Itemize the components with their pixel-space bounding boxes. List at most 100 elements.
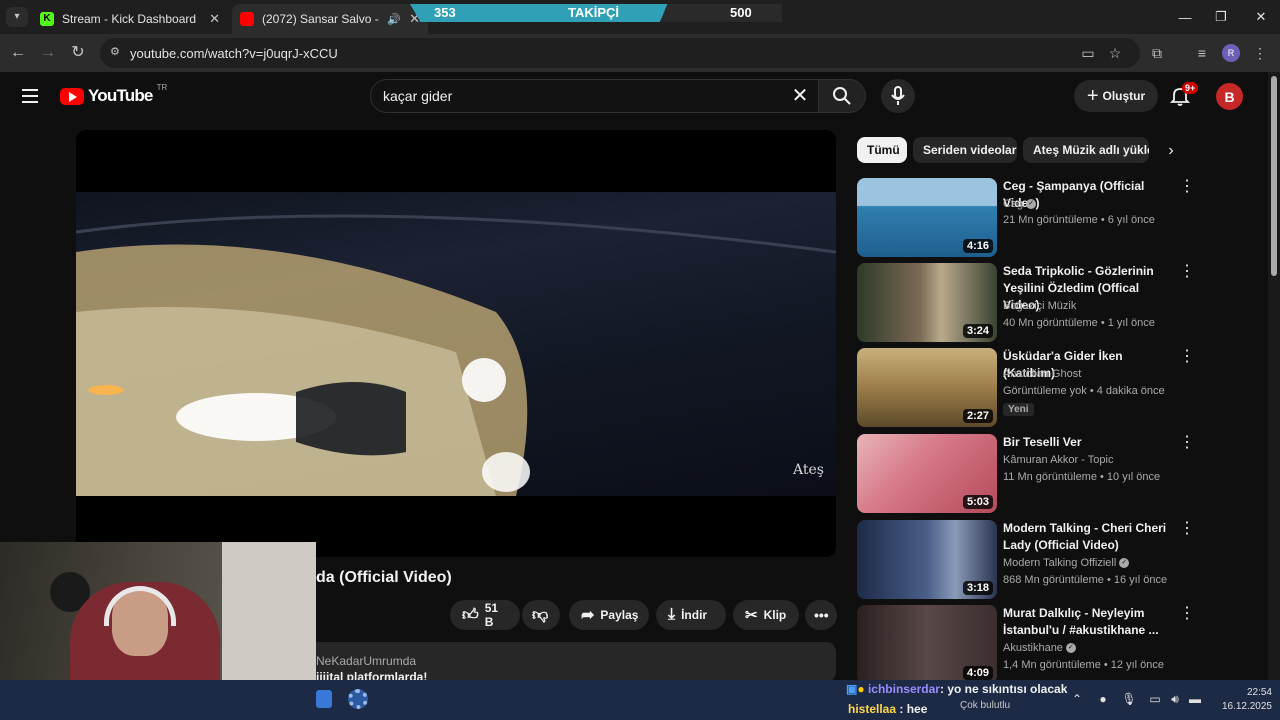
tab-search-button[interactable]: ▾ xyxy=(6,7,28,27)
address-bar[interactable]: ⚙ youtube.com/watch?v=j0uqrJ-xCCU xyxy=(100,38,1140,68)
channel-name[interactable]: Boğaziçi Müzik xyxy=(1003,300,1076,312)
forward-icon[interactable]: → xyxy=(38,43,58,63)
audio-playing-icon[interactable]: 🔊 xyxy=(387,13,401,26)
weather-text[interactable]: Çok bulutlu xyxy=(960,700,1010,711)
more-vertical-icon[interactable]: ⋮ xyxy=(1179,179,1195,195)
duration-badge: 3:24 xyxy=(962,324,993,338)
recommendation-item[interactable]: 5:03 Bir Teselli Ver Kâmuran Akkor - Top… xyxy=(857,434,1197,514)
duration-badge: 4:09 xyxy=(962,666,993,680)
system-clock[interactable]: 22:54 16.12.2025 xyxy=(1208,686,1272,714)
clear-search-icon[interactable]: ✕ xyxy=(790,86,810,106)
site-info-icon[interactable]: ⚙ xyxy=(110,46,122,58)
channel-name[interactable]: Kâmuran Akkor - Topic xyxy=(1003,454,1113,466)
search-icon xyxy=(833,87,851,105)
chip-uploader[interactable]: Ateş Müzik adlı yükle xyxy=(1023,137,1149,163)
duration-badge: 2:27 xyxy=(962,409,993,423)
create-button[interactable]: + Oluştur xyxy=(1074,80,1158,112)
recommendation-item[interactable]: 2:27 Üsküdar'a Gider İken (Katibim) Anat… xyxy=(857,348,1197,428)
battery-icon[interactable]: ▬ xyxy=(1186,690,1204,708)
notification-badge: 9+ xyxy=(1182,82,1199,94)
browser-menu-icon[interactable]: ⋮ xyxy=(1250,43,1270,63)
channel-name[interactable]: Modern Talking Offiziell ✓ xyxy=(1003,557,1130,569)
follower-goal-track xyxy=(660,4,782,22)
browser-tab-bar: ▾ K Stream - Kick Dashboard ✕ (2072) San… xyxy=(0,0,1280,34)
taskbar-app-icon[interactable] xyxy=(316,690,332,708)
browser-tab-youtube[interactable]: (2072) Sansar Salvo - Ne Ka 🔊 ✕ xyxy=(232,4,428,34)
profile-avatar[interactable]: R xyxy=(1222,44,1240,62)
menu-icon[interactable] xyxy=(22,89,38,103)
clip-label: Klip xyxy=(763,608,787,622)
video-thumbnail[interactable]: 3:18 xyxy=(857,520,997,599)
recommendation-item[interactable]: 4:09 Murat Dalkılıç - Neyleyim İstanbul'… xyxy=(857,605,1197,680)
notifications-button[interactable]: 9+ xyxy=(1170,82,1199,108)
channel-name[interactable]: Ceg ✓ xyxy=(1003,198,1037,210)
more-vertical-icon[interactable]: ⋮ xyxy=(1179,349,1195,365)
microphone-tray-icon[interactable]: 🎙︎ xyxy=(1120,690,1138,708)
video-thumbnail[interactable]: 4:09 xyxy=(857,605,997,680)
account-avatar[interactable]: B xyxy=(1216,83,1243,110)
chip-all[interactable]: Tümü xyxy=(857,137,907,163)
follower-goal: 500 xyxy=(730,5,752,20)
chevron-right-icon[interactable]: › xyxy=(1160,140,1182,162)
video-thumbnail[interactable]: 5:03 xyxy=(857,434,997,513)
thumbs-down-icon: 👎︎ xyxy=(532,606,549,624)
tab-title: Stream - Kick Dashboard xyxy=(62,12,197,26)
video-meta: 868 Mn görüntüleme • 16 yıl önce xyxy=(1003,574,1168,586)
youtube-logo[interactable]: YouTube TR xyxy=(60,83,167,106)
more-vertical-icon[interactable]: ⋮ xyxy=(1179,435,1195,451)
duration-badge: 5:03 xyxy=(962,495,993,509)
close-tab-icon[interactable]: ✕ xyxy=(209,11,220,27)
share-button[interactable]: ➦ Paylaş xyxy=(569,600,649,630)
video-meta: 40 Mn görüntüleme • 1 yıl önce xyxy=(1003,317,1155,329)
dislike-button[interactable]: 👎︎ xyxy=(522,600,560,630)
reload-icon[interactable]: ↻ xyxy=(68,43,88,63)
close-window-button[interactable]: ✕ xyxy=(1238,0,1280,34)
search-button[interactable] xyxy=(818,79,866,113)
channel-name[interactable]: Akustikhane ✓ xyxy=(1003,642,1076,654)
recommendation-title[interactable]: Bir Teselli Ver xyxy=(1003,434,1173,451)
duration-badge: 4:16 xyxy=(962,239,993,253)
bookmark-star-icon[interactable]: ☆ xyxy=(1105,43,1125,63)
recommendation-title[interactable]: Modern Talking - Cheri Cheri Lady (Offic… xyxy=(1003,520,1173,554)
more-vertical-icon[interactable]: ⋮ xyxy=(1179,521,1195,537)
tray-chevron-icon[interactable]: ⌃ xyxy=(1068,690,1086,708)
back-icon[interactable]: ← xyxy=(8,43,28,63)
page-scrollbar[interactable] xyxy=(1268,72,1280,680)
more-actions-button[interactable]: ••• xyxy=(805,600,837,630)
extensions-icon[interactable]: ⧉ xyxy=(1147,43,1167,63)
video-thumbnail[interactable]: 2:27 xyxy=(857,348,997,427)
volume-icon[interactable]: 🔊︎ xyxy=(1166,690,1184,708)
browser-toolbar: ← → ↻ ⚙ youtube.com/watch?v=j0uqrJ-xCCU … xyxy=(0,34,1280,72)
video-watermark: Ateş xyxy=(793,462,824,478)
media-controls-icon[interactable]: ≡ xyxy=(1192,43,1212,63)
more-vertical-icon[interactable]: ⋮ xyxy=(1179,606,1195,622)
video-player[interactable]: Ateş xyxy=(76,130,836,557)
settings-gear-icon[interactable] xyxy=(348,689,368,709)
more-vertical-icon[interactable]: ⋮ xyxy=(1179,264,1195,280)
chat-text: hee xyxy=(906,702,928,716)
scissors-icon: ✂ xyxy=(745,607,758,624)
recommendation-item[interactable]: 3:18 Modern Talking - Cheri Cheri Lady (… xyxy=(857,520,1197,600)
tab-title: (2072) Sansar Salvo - Ne Ka xyxy=(262,12,379,26)
recommendation-title[interactable]: Murat Dalkılıç - Neyleyim İstanbul'u / #… xyxy=(1003,605,1173,639)
like-button[interactable]: 👍︎ 51 B xyxy=(450,600,520,630)
search-input[interactable]: kaçar gider xyxy=(370,79,820,113)
voice-search-button[interactable] xyxy=(881,79,915,113)
video-title: da (Official Video) xyxy=(316,569,452,586)
video-thumbnail[interactable]: 3:24 xyxy=(857,263,997,342)
url-text: youtube.com/watch?v=j0uqrJ-xCCU xyxy=(130,45,338,61)
browser-tab-kick[interactable]: K Stream - Kick Dashboard ✕ xyxy=(32,4,228,34)
scrollbar-thumb[interactable] xyxy=(1271,76,1277,276)
chip-series[interactable]: Seriden videolar xyxy=(913,137,1017,163)
channel-name[interactable]: Anatolian Ghost xyxy=(1003,368,1081,380)
video-frame xyxy=(76,192,836,496)
video-thumbnail[interactable]: 4:16 xyxy=(857,178,997,257)
verified-icon: ✓ xyxy=(1119,558,1130,569)
clip-button[interactable]: ✂ Klip xyxy=(733,600,799,630)
recommendation-item[interactable]: 3:24 Seda Tripkolic - Gözlerinin Yeşilin… xyxy=(857,263,1197,343)
network-icon[interactable]: ▭ xyxy=(1146,690,1164,708)
tray-app-icon[interactable]: ● xyxy=(1094,690,1112,708)
cast-icon[interactable]: ▭ xyxy=(1078,43,1098,63)
download-button[interactable]: ⤓ İndir xyxy=(656,600,726,630)
recommendation-item[interactable]: 4:16 Ceg - Şampanya (Official Video) Ceg… xyxy=(857,178,1197,258)
